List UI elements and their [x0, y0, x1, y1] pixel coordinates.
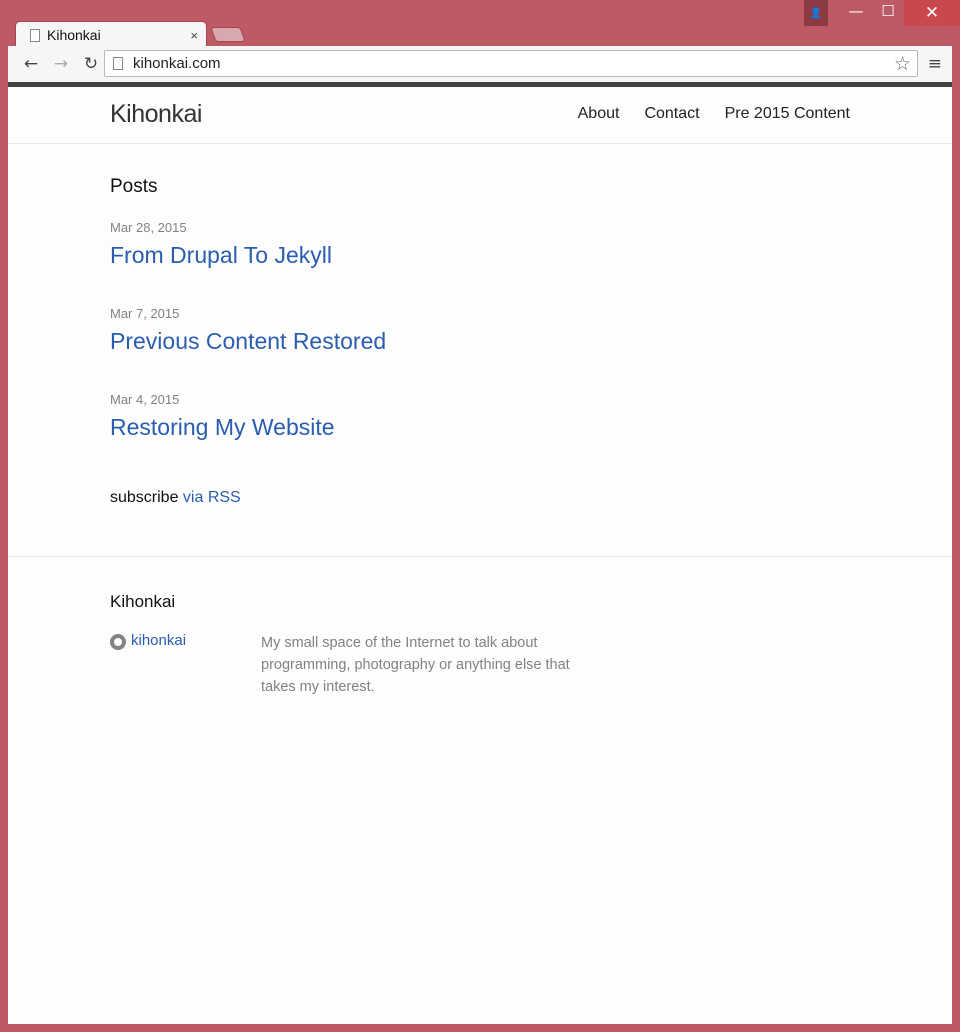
subscribe-text: subscribe	[110, 489, 183, 506]
post-date: Mar 4, 2015	[110, 392, 180, 407]
main-content: Posts Mar 28, 2015 From Drupal To Jekyll…	[8, 144, 952, 507]
nav-contact[interactable]: Contact	[644, 105, 699, 123]
footer-columns: kihonkai My small space of the Internet …	[110, 632, 850, 698]
post-date: Mar 7, 2015	[110, 306, 180, 321]
post-item: Mar 4, 2015 Restoring My Website	[110, 392, 850, 441]
page-icon	[113, 57, 123, 70]
footer-description: My small space of the Internet to talk a…	[261, 635, 570, 695]
post-item: Mar 28, 2015 From Drupal To Jekyll	[110, 220, 850, 269]
post-link[interactable]: Previous Content Restored	[110, 328, 850, 355]
github-icon	[110, 634, 126, 650]
bookmark-star-icon[interactable]: ☆	[894, 53, 917, 75]
tab-close-icon[interactable]: ×	[190, 28, 198, 43]
post-item: Mar 7, 2015 Previous Content Restored	[110, 306, 850, 355]
close-window-button[interactable]: ✕	[904, 0, 960, 26]
footer-social: kihonkai	[110, 632, 261, 698]
reload-icon[interactable]: ↻	[76, 54, 106, 74]
site-nav: About Contact Pre 2015 Content	[578, 105, 850, 123]
page-icon	[30, 28, 40, 42]
back-icon[interactable]: ←	[16, 54, 46, 74]
browser-menu-icon[interactable]: ≡	[928, 54, 942, 74]
address-bar[interactable]: kihonkai.com ☆	[104, 50, 918, 77]
url-text[interactable]: kihonkai.com	[133, 55, 894, 72]
site-header: Kihonkai About Contact Pre 2015 Content	[8, 87, 952, 144]
footer-title: Kihonkai	[110, 592, 176, 611]
maximize-button[interactable]: ☐	[872, 0, 904, 22]
rss-link[interactable]: via RSS	[183, 489, 241, 506]
page-viewport: Kihonkai About Contact Pre 2015 Content …	[8, 82, 952, 1024]
site-title[interactable]: Kihonkai	[110, 100, 202, 129]
forward-icon[interactable]: →	[46, 54, 76, 74]
browser-tab[interactable]: Kihonkai ×	[15, 21, 207, 48]
post-link[interactable]: Restoring My Website	[110, 414, 850, 441]
window-controls: 👤 — ☐ ✕	[804, 0, 960, 26]
post-link[interactable]: From Drupal To Jekyll	[110, 242, 850, 269]
site-footer: Kihonkai kihonkai My small space of the …	[8, 556, 952, 733]
subscribe-line: subscribe via RSS	[110, 489, 850, 507]
post-date: Mar 28, 2015	[110, 220, 187, 235]
new-tab-button[interactable]	[210, 27, 246, 42]
posts-heading: Posts	[110, 176, 158, 197]
nav-pre-2015-content[interactable]: Pre 2015 Content	[725, 105, 850, 123]
browser-toolbar: ← → ↻ kihonkai.com ☆ ≡	[8, 46, 952, 82]
tab-title: Kihonkai	[47, 27, 101, 43]
minimize-button[interactable]: —	[840, 0, 872, 22]
github-link[interactable]: kihonkai	[131, 632, 186, 649]
nav-about[interactable]: About	[578, 105, 620, 123]
user-profile-icon[interactable]: 👤	[804, 0, 828, 26]
